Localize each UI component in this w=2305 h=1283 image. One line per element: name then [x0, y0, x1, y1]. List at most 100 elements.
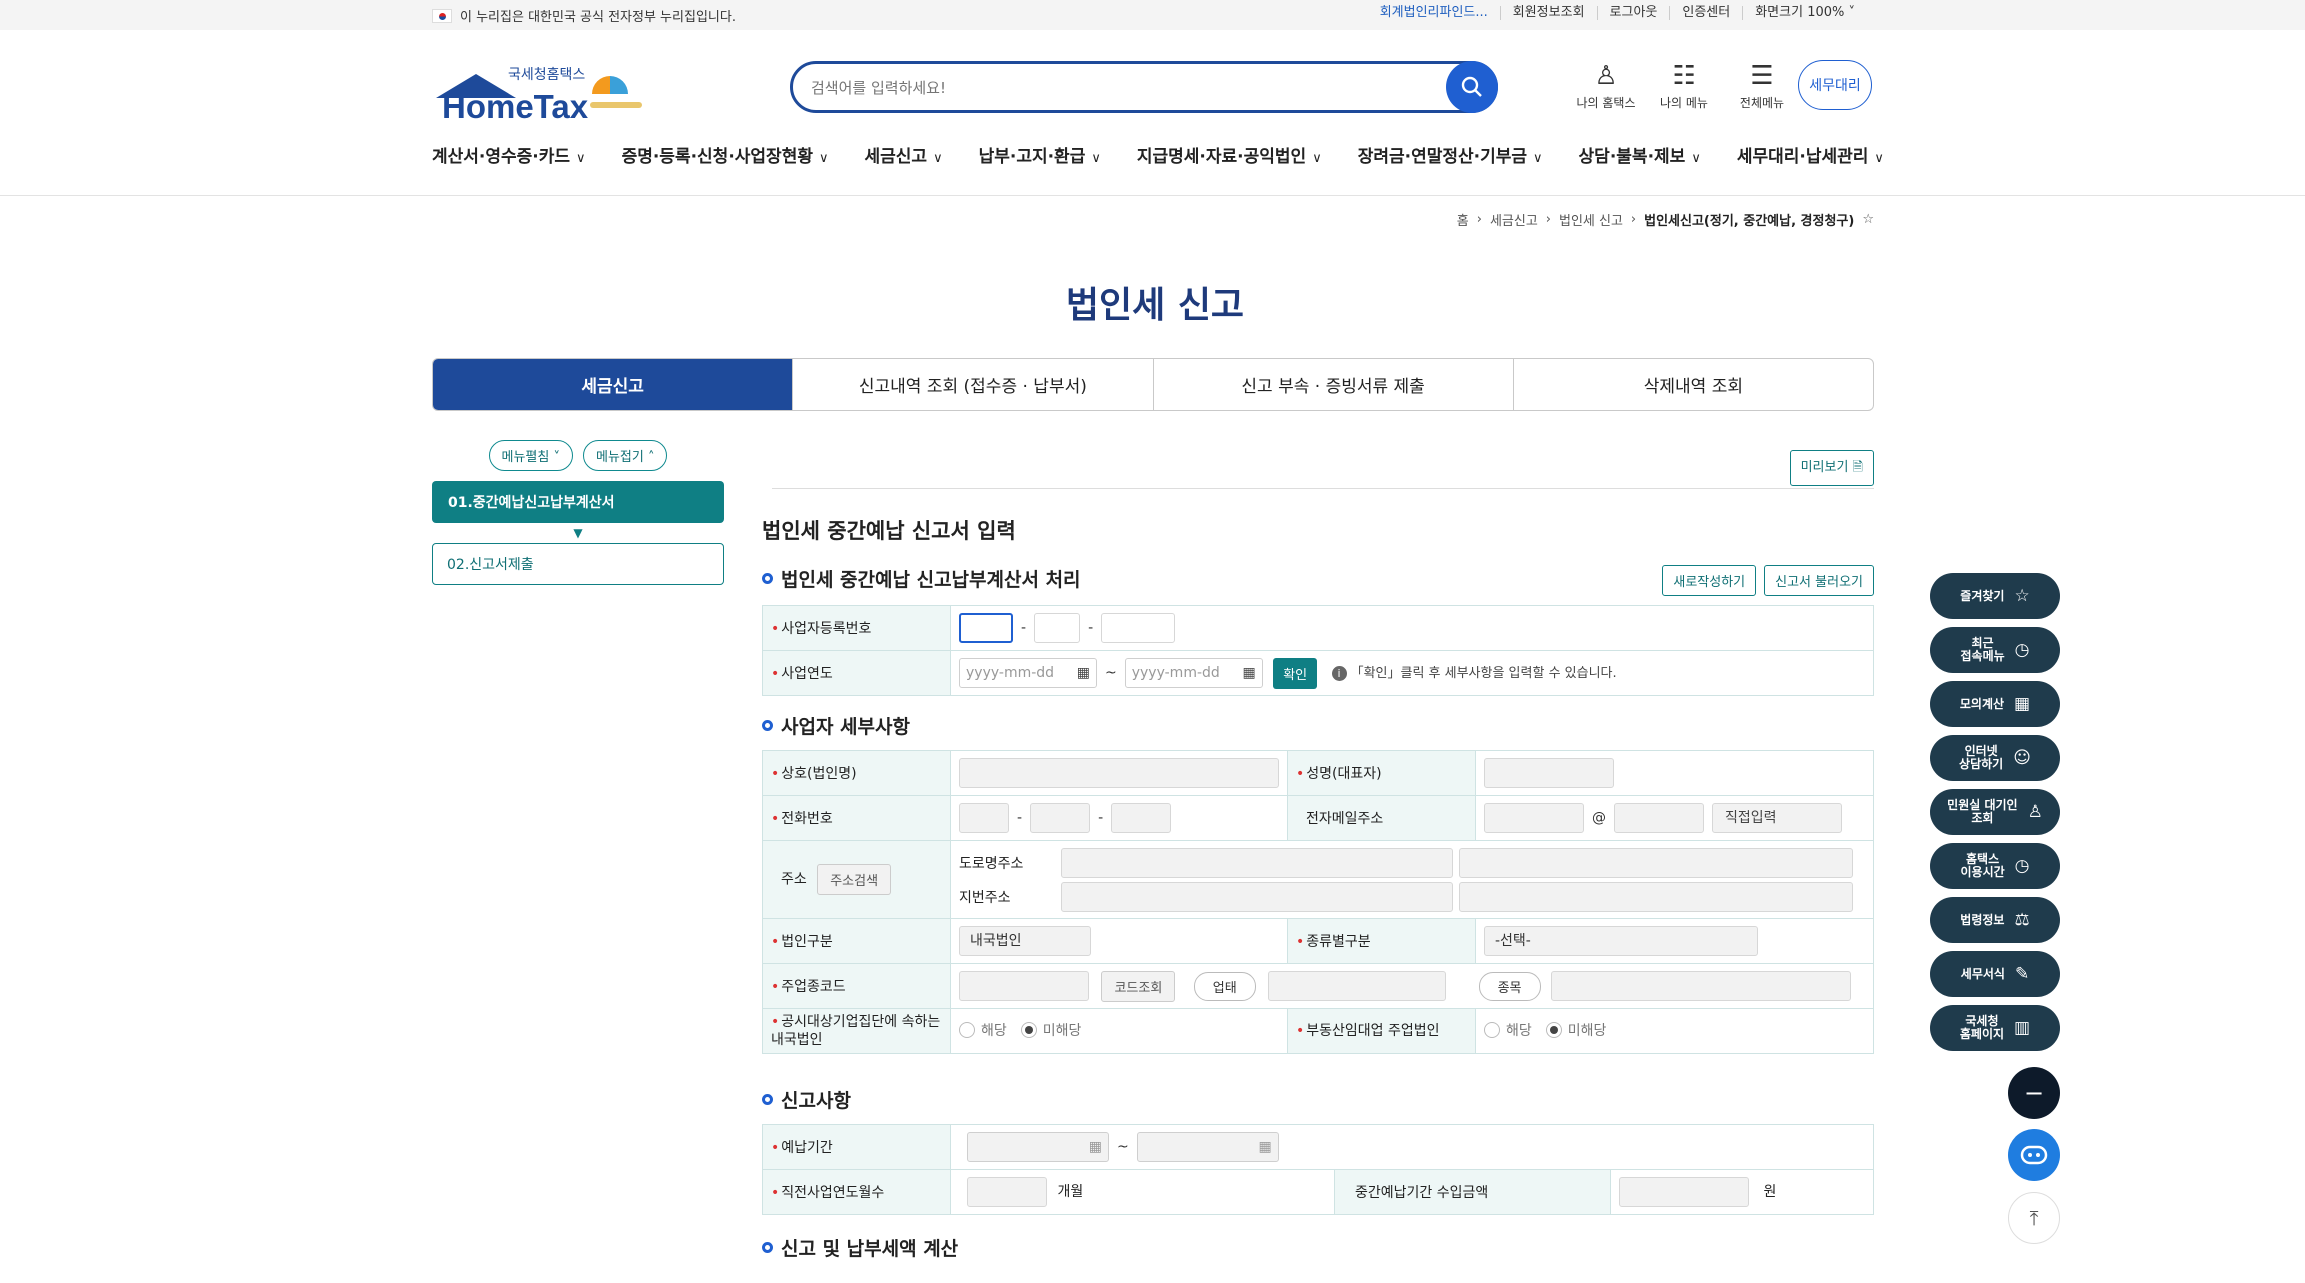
- step-sidebar: 메뉴펼침 ˅ 메뉴접기 ˄ 01.중간예납신고납부계산서 ▼ 02.신고서제출: [432, 440, 724, 585]
- road-address-input[interactable]: [1061, 847, 1453, 878]
- scroll-top-button[interactable]: ⤒: [2008, 1192, 2060, 1244]
- step-1[interactable]: 01.중간예납신고납부계산서: [432, 481, 724, 523]
- chevron-down-icon: ∨: [1312, 151, 1322, 166]
- all-menu-button[interactable]: ☰ 전체메뉴: [1723, 58, 1801, 111]
- step-2[interactable]: 02.신고서제출: [432, 543, 724, 585]
- email-domain-input[interactable]: [1614, 803, 1704, 833]
- quick-hours[interactable]: 홈택스 이용시간 ◷: [1930, 843, 2060, 889]
- tab-history[interactable]: 신고내역 조회 (접수증 · 납부서): [792, 359, 1152, 410]
- search-input[interactable]: [811, 73, 1411, 103]
- document-icon: 🗎: [1852, 460, 1863, 475]
- lot-address-detail[interactable]: [1459, 881, 1853, 912]
- realestate-no-radio[interactable]: 미해당: [1545, 1020, 1606, 1040]
- global-nav: 계산서·영수증·카드 ∨ 증명·등록·신청·사업장현황 ∨ 세금신고 ∨ 납부·고지·…: [432, 142, 1920, 167]
- gnb-payment[interactable]: 납부·고지·환급 ∨: [979, 142, 1101, 167]
- industry-code-input[interactable]: [959, 971, 1089, 1001]
- public-yes-radio[interactable]: 해당: [959, 1020, 1007, 1040]
- building-icon: ▥: [2014, 1017, 2031, 1038]
- quick-collapse-button[interactable]: −: [2008, 1067, 2060, 1119]
- link-account[interactable]: 회계법인리파인드...: [1368, 6, 1500, 20]
- lot-address-input[interactable]: [1061, 881, 1453, 912]
- item-input[interactable]: [1550, 971, 1851, 1001]
- quick-consult[interactable]: 인터넷 상담하기 ☺: [1930, 735, 2060, 781]
- biz-no-input-1[interactable]: [959, 613, 1013, 643]
- year-end-date[interactable]: yyyy-mm-dd ▦: [1124, 658, 1263, 688]
- gnb-certificate[interactable]: 증명·등록·신청·사업장현황 ∨: [622, 142, 829, 167]
- quick-recent[interactable]: 최근 접속메뉴 ◷: [1930, 627, 2060, 673]
- phone-input-2[interactable]: [1030, 803, 1091, 833]
- months-input[interactable]: [967, 1177, 1047, 1207]
- my-menu-icon: ☷: [1672, 61, 1696, 91]
- my-hometax-button[interactable]: ♙ 나의 홈택스: [1567, 58, 1645, 111]
- biz-type-button[interactable]: 업태: [1193, 971, 1256, 1001]
- confirm-button[interactable]: 확인: [1273, 657, 1318, 689]
- income-input[interactable]: [1619, 1177, 1749, 1207]
- clock-icon: ◷: [2014, 855, 2030, 876]
- company-name-input[interactable]: [959, 758, 1279, 788]
- hamburger-icon: ☰: [1750, 61, 1774, 91]
- item-button[interactable]: 종목: [1478, 971, 1541, 1001]
- umbrella-icon: [592, 76, 628, 94]
- link-cert-center[interactable]: 인증센터: [1669, 6, 1742, 20]
- biz-no-input-3[interactable]: [1101, 613, 1176, 643]
- address-search-button[interactable]: 주소검색: [817, 864, 892, 895]
- quick-forms[interactable]: 세무서식 ✎: [1930, 951, 2060, 997]
- gnb-agent[interactable]: 세무대리·납세관리 ∨: [1737, 142, 1884, 167]
- top-links: 회계법인리파인드... 회원정보조회 로그아웃 인증센터 화면크기 100% ˅: [1368, 6, 1867, 20]
- my-menu-button[interactable]: ☷ 나의 메뉴: [1645, 58, 1723, 111]
- kind-select[interactable]: -선택-: [1484, 926, 1758, 956]
- tab-bar: 세금신고 신고내역 조회 (접수증 · 납부서) 신고 부속 · 증빙서류 제출…: [432, 358, 1874, 411]
- report-table: • 예납기간 ▦ ~ ▦ • 직전사업연도월수 개월 중간예납기간 수입금액 원: [762, 1124, 1874, 1215]
- search-button[interactable]: [1446, 61, 1498, 113]
- calculator-icon: ▦: [2014, 693, 2031, 714]
- section-business: 사업자 세부사항: [762, 712, 910, 739]
- chatbot-button[interactable]: [2008, 1129, 2060, 1181]
- link-member-info[interactable]: 회원정보조회: [1499, 6, 1597, 20]
- quick-nts-home[interactable]: 국세청 홈페이지 ▥: [1930, 1005, 2060, 1051]
- gnb-tax-report[interactable]: 세금신고 ∨: [865, 142, 943, 167]
- gnb-invoice[interactable]: 계산서·영수증·카드 ∨: [432, 142, 586, 167]
- gnb-statements[interactable]: 지급명세·자료·공익법인 ∨: [1137, 142, 1322, 167]
- phone-input-3[interactable]: [1111, 803, 1172, 833]
- tax-agent-button[interactable]: 세무대리: [1798, 60, 1872, 110]
- gnb-incentive[interactable]: 장려금·연말정산·기부금 ∨: [1358, 142, 1543, 167]
- calc-table: • 사업자등록번호 -- • 사업연도 yyyy-mm-dd ▦ ~ yyyy-mm-dd…: [762, 605, 1874, 696]
- period-end-date[interactable]: ▦: [1136, 1132, 1279, 1162]
- hometax-logo[interactable]: 국세청홈택스 HomeTax: [432, 62, 652, 125]
- gnb-consult[interactable]: 상담·불복·제보 ∨: [1579, 142, 1701, 167]
- email-domain-select[interactable]: 직접입력: [1712, 803, 1842, 833]
- quick-queue[interactable]: 민원실 대기인 조회 ♙: [1930, 789, 2060, 835]
- biz-no-input-2[interactable]: [1034, 613, 1081, 643]
- quick-favorites[interactable]: 즐겨찾기 ☆: [1930, 573, 2060, 619]
- biz-type-input[interactable]: [1268, 971, 1447, 1001]
- period-start-date[interactable]: ▦: [967, 1132, 1109, 1162]
- link-zoom[interactable]: 화면크기 100% ˅: [1742, 6, 1867, 20]
- star-icon[interactable]: ☆: [1862, 212, 1874, 227]
- tab-tax-report[interactable]: 세금신고: [433, 359, 793, 410]
- code-search-button[interactable]: 코드조회: [1101, 970, 1176, 1002]
- year-start-date[interactable]: yyyy-mm-dd ▦: [959, 658, 1097, 688]
- menu-collapse-button[interactable]: 메뉴접기 ˄: [583, 440, 668, 471]
- form-heading: 법인세 중간예납 신고서 입력: [762, 519, 1016, 543]
- quick-law[interactable]: 법령정보 ⚖: [1930, 897, 2060, 943]
- road-address-detail[interactable]: [1459, 847, 1853, 878]
- tab-deleted[interactable]: 삭제내역 조회: [1512, 359, 1873, 410]
- chevron-down-icon: ∨: [1691, 151, 1701, 166]
- email-id-input[interactable]: [1484, 803, 1584, 833]
- arrow-up-icon: ⤒: [2029, 1206, 2039, 1230]
- preview-button[interactable]: 미리보기 🗎: [1789, 450, 1874, 486]
- corp-type-select[interactable]: 내국법인: [959, 926, 1091, 956]
- load-report-button[interactable]: 신고서 불러오기: [1764, 565, 1874, 596]
- menu-expand-button[interactable]: 메뉴펼침 ˅: [488, 440, 573, 471]
- phone-input-1[interactable]: [959, 803, 1009, 833]
- link-logout[interactable]: 로그아웃: [1596, 6, 1670, 20]
- gov-notice: 이 누리집은 대한민국 공식 전자정부 누리집입니다.: [432, 6, 736, 25]
- public-no-radio[interactable]: 미해당: [1020, 1020, 1081, 1040]
- korea-flag-icon: [432, 8, 452, 23]
- realestate-yes-radio[interactable]: 해당: [1484, 1020, 1532, 1040]
- quick-simulation[interactable]: 모의계산 ▦: [1930, 681, 2060, 727]
- new-write-button[interactable]: 새로작성하기: [1662, 565, 1757, 596]
- chat-icon: ☺: [2013, 747, 2031, 768]
- ceo-name-input[interactable]: [1484, 758, 1614, 788]
- tab-attachments[interactable]: 신고 부속 · 증빙서류 제출: [1152, 359, 1513, 410]
